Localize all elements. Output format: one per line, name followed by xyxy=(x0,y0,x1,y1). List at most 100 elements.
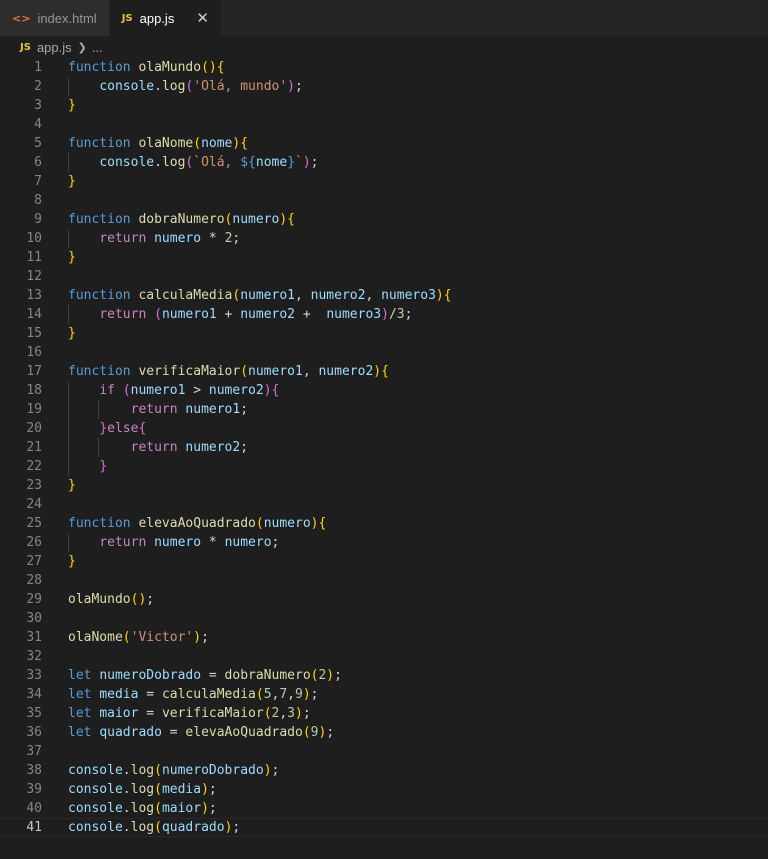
line-number: 26 xyxy=(26,535,42,550)
code-line[interactable]: 38 console.log(numeroDobrado); xyxy=(0,761,768,780)
code-line[interactable]: 31 olaNome('Victor'); xyxy=(0,628,768,647)
tab-app-js[interactable]: JS app.js ✕ xyxy=(109,0,222,36)
code-text: return numero * numero; xyxy=(99,535,280,550)
code-text: function olaNome(nome){ xyxy=(68,136,249,151)
line-number: 16 xyxy=(26,345,42,360)
line-number: 27 xyxy=(26,554,42,569)
line-number: 19 xyxy=(26,402,42,417)
line-number: 6 xyxy=(34,155,42,170)
code-text: console.log(numeroDobrado); xyxy=(68,763,280,778)
code-line[interactable]: 30 xyxy=(0,609,768,628)
code-line[interactable]: 40 console.log(maior); xyxy=(0,799,768,818)
code-line[interactable]: 16 xyxy=(0,343,768,362)
code-line[interactable]: 29 olaMundo(); xyxy=(0,590,768,609)
code-line[interactable]: 26 return numero * numero; xyxy=(0,533,768,552)
code-line[interactable]: 6 console.log(`Olá, ${nome}`); xyxy=(0,153,768,172)
code-text: function calculaMedia(numero1, numero2, … xyxy=(68,288,452,303)
code-line[interactable]: 11} xyxy=(0,248,768,267)
code-line[interactable]: 34 let media = calculaMedia(5,7,9); xyxy=(0,685,768,704)
line-number: 38 xyxy=(26,763,42,778)
line-number: 37 xyxy=(26,744,42,759)
line-number: 5 xyxy=(34,136,42,151)
code-line[interactable]: 1 function olaMundo(){ xyxy=(0,58,768,77)
line-number: 8 xyxy=(34,193,42,208)
line-number: 28 xyxy=(26,573,42,588)
code-text: return numero2; xyxy=(130,440,249,455)
line-number: 35 xyxy=(26,706,42,721)
code-line[interactable]: 15} xyxy=(0,324,768,343)
line-number: 11 xyxy=(26,250,42,265)
code-line[interactable]: 27} xyxy=(0,552,768,571)
breadcrumb: JS app.js ❯ ... xyxy=(0,36,768,58)
line-number: 7 xyxy=(34,174,42,189)
code-line[interactable]: 9 function dobraNumero(numero){ xyxy=(0,210,768,229)
code-line[interactable]: 4 xyxy=(0,115,768,134)
code-line[interactable]: 22 } xyxy=(0,457,768,476)
code-line[interactable]: 18 if (numero1 > numero2){ xyxy=(0,381,768,400)
line-number: 20 xyxy=(26,421,42,436)
code-line[interactable]: 8 xyxy=(0,191,768,210)
code-text: } xyxy=(68,98,76,113)
code-text: olaNome('Victor'); xyxy=(68,630,209,645)
line-number: 33 xyxy=(26,668,42,683)
code-text: let maior = verificaMaior(2,3); xyxy=(68,706,311,721)
line-number: 31 xyxy=(26,630,42,645)
code-line[interactable]: 14 return (numero1 + numero2 + numero3)/… xyxy=(0,305,768,324)
code-line[interactable]: 10 return numero * 2; xyxy=(0,229,768,248)
code-line[interactable]: 35 let maior = verificaMaior(2,3); xyxy=(0,704,768,723)
code-line[interactable]: 25 function elevaAoQuadrado(numero){ xyxy=(0,514,768,533)
code-text: } xyxy=(68,326,76,341)
code-editor[interactable]: 1 function olaMundo(){ 2 console.log('Olá,… xyxy=(0,58,768,859)
line-number: 12 xyxy=(26,269,42,284)
chevron-right-icon: ❯ xyxy=(77,40,87,54)
code-line[interactable]: 2 console.log('Olá, mundo'); xyxy=(0,77,768,96)
code-line[interactable]: 17 function verificaMaior(numero1, numero… xyxy=(0,362,768,381)
code-line[interactable]: 32 xyxy=(0,647,768,666)
line-number: 10 xyxy=(26,231,42,246)
code-text: return numero * 2; xyxy=(99,231,241,246)
breadcrumb-file[interactable]: app.js xyxy=(37,40,72,55)
line-number: 17 xyxy=(26,364,42,379)
code-text: function olaMundo(){ xyxy=(68,60,225,75)
code-line[interactable]: 23} xyxy=(0,476,768,495)
code-line[interactable]: 33 let numeroDobrado = dobraNumero(2); xyxy=(0,666,768,685)
line-number: 30 xyxy=(26,611,42,626)
code-line[interactable]: 37 xyxy=(0,742,768,761)
code-line[interactable]: 36 let quadrado = elevaAoQuadrado(9); xyxy=(0,723,768,742)
tab-label: index.html xyxy=(37,10,97,26)
close-icon[interactable]: ✕ xyxy=(196,9,209,27)
js-file-icon: JS xyxy=(121,12,133,24)
code-text: } xyxy=(68,174,76,189)
line-number: 21 xyxy=(26,440,42,455)
code-line[interactable]: 13 function calculaMedia(numero1, numero2… xyxy=(0,286,768,305)
code-line[interactable]: 7} xyxy=(0,172,768,191)
line-number: 1 xyxy=(34,60,42,75)
line-number: 23 xyxy=(26,478,42,493)
code-text: }else{ xyxy=(99,421,147,436)
line-number: 4 xyxy=(34,117,42,132)
code-line[interactable]: 28 xyxy=(0,571,768,590)
code-text: function dobraNumero(numero){ xyxy=(68,212,295,227)
code-text: function elevaAoQuadrado(numero){ xyxy=(68,516,327,531)
code-line[interactable]: 19 return numero1; xyxy=(0,400,768,419)
code-line[interactable]: 3} xyxy=(0,96,768,115)
code-line[interactable]: 24 xyxy=(0,495,768,514)
code-text: } xyxy=(68,554,76,569)
code-text: } xyxy=(68,478,76,493)
line-number: 24 xyxy=(26,497,42,512)
line-number: 22 xyxy=(26,459,42,474)
code-line[interactable]: 20 }else{ xyxy=(0,419,768,438)
code-line[interactable]: 12 xyxy=(0,267,768,286)
code-line[interactable]: 41 console.log(quadrado); xyxy=(0,818,768,837)
line-number: 34 xyxy=(26,687,42,702)
code-line[interactable]: 21 return numero2; xyxy=(0,438,768,457)
code-text: } xyxy=(99,459,108,474)
line-number: 14 xyxy=(26,307,42,322)
code-line[interactable]: 5 function olaNome(nome){ xyxy=(0,134,768,153)
code-line[interactable]: 39 console.log(media); xyxy=(0,780,768,799)
tab-bar-empty-area[interactable] xyxy=(221,0,768,36)
js-file-icon: JS xyxy=(20,41,31,53)
breadcrumb-symbol[interactable]: ... xyxy=(92,40,103,55)
code-text: console.log(`Olá, ${nome}`); xyxy=(99,155,319,170)
tab-index-html[interactable]: <> index.html xyxy=(0,0,110,36)
